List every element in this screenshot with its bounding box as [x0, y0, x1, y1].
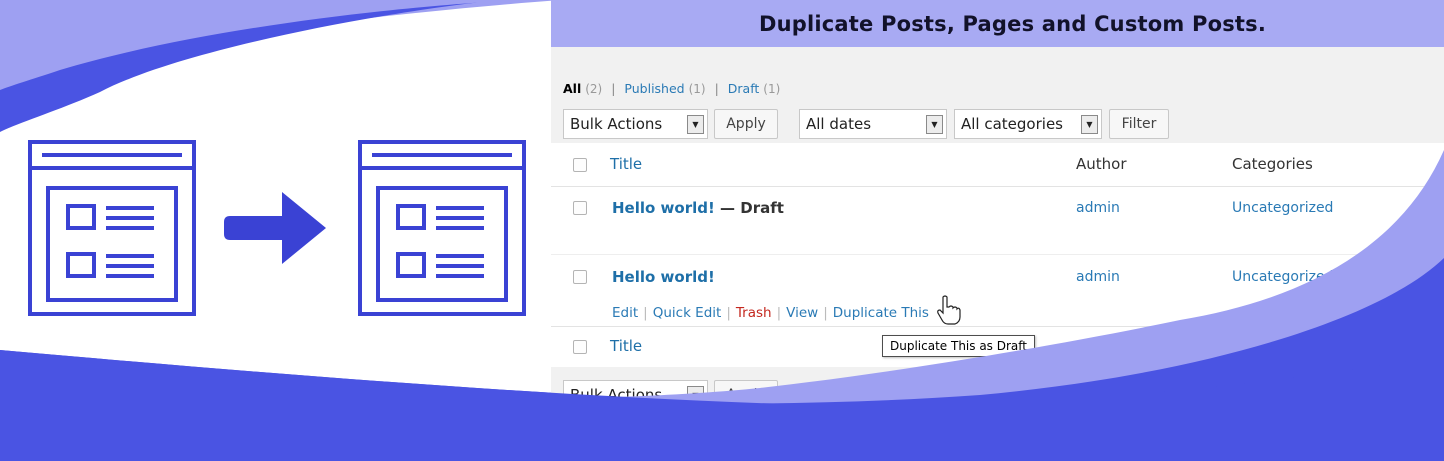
post-author-link[interactable]: admin: [1076, 200, 1120, 216]
bulk-actions-label: Bulk Actions: [570, 386, 663, 404]
filter-published-count: (1): [688, 82, 706, 96]
table-row: Hello world! — Draft admin Uncategorized: [551, 187, 1444, 255]
post-category-link[interactable]: Uncategorized: [1232, 200, 1333, 216]
column-title-footer[interactable]: Title: [610, 337, 642, 355]
post-author-link[interactable]: admin: [1076, 269, 1120, 285]
table-header-row: Title Author Categories: [551, 143, 1444, 187]
posts-table: Title Author Categories Hello world! — D…: [551, 143, 1444, 367]
filter-separator: |: [714, 81, 719, 96]
column-categories-footer: Categories: [1232, 337, 1313, 355]
bulk-actions-label: Bulk Actions: [570, 115, 663, 133]
edit-link[interactable]: Edit: [612, 305, 638, 321]
post-state: — Draft: [714, 199, 784, 217]
row-checkbox[interactable]: [573, 270, 587, 284]
action-separator: |: [776, 305, 782, 321]
chevron-down-icon[interactable]: ▼: [687, 115, 704, 134]
left-window-icon: [28, 140, 196, 316]
chevron-down-icon[interactable]: ▼: [926, 115, 943, 134]
quick-edit-link[interactable]: Quick Edit: [653, 305, 722, 321]
banner-title: Duplicate Posts, Pages and Custom Posts.: [758, 11, 1267, 36]
bulk-actions-select[interactable]: Bulk Actions ▼: [563, 109, 708, 139]
filter-separator: |: [611, 81, 616, 96]
view-link[interactable]: View: [786, 305, 818, 321]
dates-label: All dates: [806, 115, 872, 133]
select-all-checkbox-footer[interactable]: [573, 340, 587, 354]
bulk-actions-select-bottom[interactable]: Bulk Actions ▼: [563, 380, 708, 407]
filter-all[interactable]: All: [563, 81, 581, 96]
categories-label: All categories: [961, 115, 1063, 133]
action-separator: |: [726, 305, 731, 321]
trash-link[interactable]: Trash: [736, 305, 772, 321]
post-category-link[interactable]: Uncategorized: [1232, 269, 1333, 285]
action-separator: |: [823, 305, 828, 321]
row-checkbox[interactable]: [573, 201, 587, 215]
action-separator: |: [643, 305, 648, 321]
filter-published[interactable]: Published: [624, 81, 684, 96]
post-title-link: Hello world!: [612, 268, 715, 286]
filter-draft-count: (1): [763, 82, 781, 96]
filter-button[interactable]: Filter: [1109, 109, 1169, 139]
hand-pointer-icon: [937, 295, 961, 325]
filter-all-count: (2): [585, 82, 603, 96]
post-title-text[interactable]: Hello world!: [612, 199, 715, 217]
column-author-footer: Author: [1076, 337, 1127, 355]
column-author: Author: [1076, 155, 1127, 173]
apply-button[interactable]: Apply: [714, 109, 778, 139]
apply-button-bottom[interactable]: Apply: [714, 380, 778, 407]
status-filter-links: All (2) | Published (1) | Draft (1): [563, 81, 780, 96]
filter-draft[interactable]: Draft: [728, 81, 760, 96]
right-window-icon: [358, 140, 526, 316]
categories-select[interactable]: All categories ▼: [954, 109, 1102, 139]
banner: Duplicate Posts, Pages and Custom Posts.: [551, 0, 1444, 47]
row-actions: Edit | Quick Edit | Trash | View | Duplicate Thi…: [612, 305, 929, 321]
column-title[interactable]: Title: [610, 155, 642, 173]
select-all-checkbox[interactable]: [573, 158, 587, 172]
post-title-link: Hello world! — Draft: [612, 199, 784, 217]
post-title-text[interactable]: Hello world!: [612, 268, 715, 286]
duplicate-this-link[interactable]: Duplicate This: [833, 305, 929, 321]
arrow-right-icon: [224, 192, 326, 264]
duplicate-tooltip: Duplicate This as Draft: [882, 335, 1035, 357]
chevron-down-icon[interactable]: ▼: [687, 386, 704, 405]
column-categories: Categories: [1232, 155, 1313, 173]
table-row: Hello world! admin Uncategorized Edit | Qu…: [551, 255, 1444, 327]
chevron-down-icon[interactable]: ▼: [1081, 115, 1098, 134]
dates-select[interactable]: All dates ▼: [799, 109, 947, 139]
